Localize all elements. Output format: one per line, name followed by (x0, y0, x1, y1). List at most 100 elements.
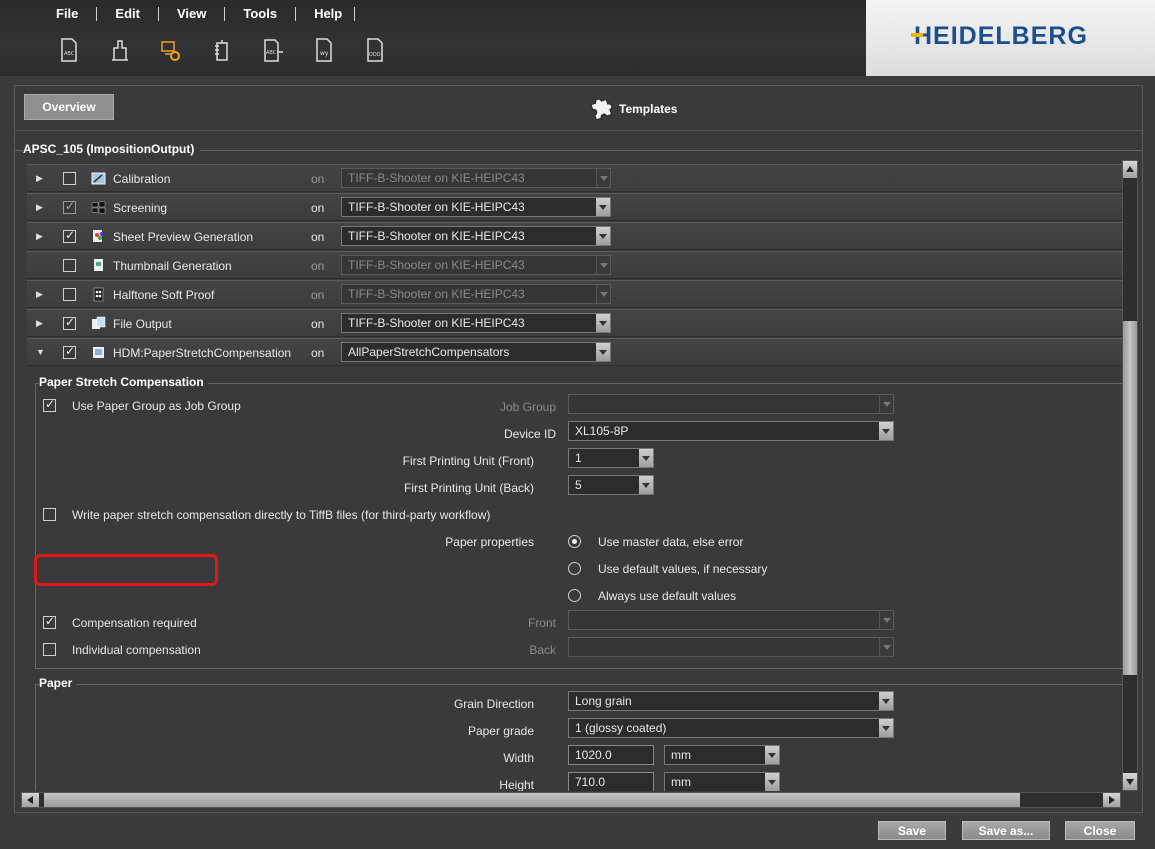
calibration-device-dropdown[interactable]: TIFF-B-Shooter on KIE-HEIPC43 (341, 168, 611, 188)
chevron-down-icon[interactable] (596, 285, 610, 303)
menu-view[interactable]: View (159, 7, 226, 21)
menu-file[interactable]: File (38, 7, 98, 21)
scroll-left-icon[interactable] (22, 793, 39, 807)
save-button[interactable]: Save (878, 821, 946, 840)
tree-doc-icon[interactable] (211, 37, 233, 63)
use-paper-group-checkbox[interactable] (43, 397, 56, 412)
radio-default-if-necessary[interactable] (568, 562, 581, 575)
list-row-file-output: ▶ File Output on TIFF-B-Shooter on KIE-H… (27, 309, 1122, 337)
menu-tools[interactable]: Tools (225, 7, 297, 21)
menu-edit[interactable]: Edit (97, 7, 159, 21)
scroll-up-icon[interactable] (1123, 161, 1137, 178)
chevron-down-icon[interactable] (879, 719, 893, 737)
collapse-arrow-icon[interactable]: ▼ (36, 347, 45, 357)
chevron-down-icon[interactable] (639, 449, 653, 467)
device-id-label: Device ID (503, 427, 556, 441)
paper-stretch-icon (93, 347, 104, 358)
expand-arrow-icon[interactable]: ▶ (36, 318, 43, 329)
row-label: Screening (113, 201, 168, 215)
compensation-required-label: Compensation required (72, 616, 197, 630)
chevron-down-icon[interactable] (596, 343, 610, 361)
paper-stretch-device-dropdown[interactable]: AllPaperStretchCompensators (341, 342, 611, 362)
save-as-button[interactable]: Save as... (962, 821, 1050, 840)
computer-gear-icon[interactable] (160, 37, 182, 63)
ddd-doc-icon[interactable]: DDD (364, 37, 386, 63)
chevron-down-icon[interactable] (596, 256, 610, 274)
row-on-label: on (311, 172, 325, 186)
puzzle-icon (590, 98, 613, 121)
chevron-down-icon[interactable] (879, 395, 893, 413)
height-input[interactable]: 710.0 (568, 772, 654, 791)
document-abc-icon[interactable]: ABC (58, 37, 80, 63)
calibration-icon (91, 172, 106, 185)
thumbnail-checkbox[interactable] (63, 259, 76, 272)
height-unit-dropdown[interactable]: mm (664, 772, 780, 791)
chevron-down-icon[interactable] (765, 773, 779, 791)
chevron-down-icon[interactable] (596, 198, 610, 216)
abc-arrow-icon[interactable]: ABC (262, 37, 284, 63)
chevron-down-icon[interactable] (596, 227, 610, 245)
scroll-right-icon[interactable] (1103, 793, 1120, 807)
vertical-scrollbar[interactable] (1122, 160, 1138, 791)
expand-arrow-icon[interactable]: ▶ (36, 202, 43, 213)
calibration-checkbox[interactable] (63, 172, 76, 185)
chevron-down-icon[interactable] (879, 692, 893, 710)
chevron-down-icon[interactable] (596, 169, 610, 187)
screening-checkbox[interactable] (63, 199, 76, 214)
individual-compensation-checkbox[interactable] (43, 643, 56, 656)
chevron-down-icon[interactable] (879, 638, 893, 656)
radio-always-default[interactable] (568, 589, 581, 602)
first-unit-back-dropdown[interactable]: 5 (568, 475, 654, 495)
expand-arrow-icon[interactable]: ▶ (36, 289, 43, 300)
horizontal-scroll-thumb[interactable] (44, 793, 1020, 807)
sheet-preview-icon (93, 230, 104, 242)
menu-help[interactable]: Help (296, 7, 356, 21)
width-unit-dropdown[interactable]: mm (664, 745, 780, 765)
overview-button[interactable]: Overview (24, 94, 114, 120)
halftone-device-dropdown[interactable]: TIFF-B-Shooter on KIE-HEIPC43 (341, 284, 611, 304)
chevron-down-icon[interactable] (765, 746, 779, 764)
row-on-label: on (311, 201, 325, 215)
chevron-down-icon[interactable] (879, 422, 893, 440)
chevron-down-icon[interactable] (879, 611, 893, 629)
paper-grade-dropdown[interactable]: 1 (glossy coated) (568, 718, 894, 738)
compensation-required-checkbox[interactable] (43, 614, 56, 629)
individual-compensation-label: Individual compensation (72, 643, 201, 657)
job-group-dropdown[interactable] (568, 394, 894, 414)
horizontal-scrollbar[interactable] (21, 792, 1121, 808)
vertical-scroll-thumb[interactable] (1123, 321, 1137, 675)
file-output-device-dropdown[interactable]: TIFF-B-Shooter on KIE-HEIPC43 (341, 313, 611, 333)
wy-doc-icon[interactable]: wy (313, 37, 335, 63)
thumbnail-device-dropdown[interactable]: TIFF-B-Shooter on KIE-HEIPC43 (341, 255, 611, 275)
row-on-label: on (311, 346, 325, 360)
red-highlight-annotation (34, 554, 218, 586)
chevron-down-icon[interactable] (639, 476, 653, 494)
list-row-screening: ▶ Screening on TIFF-B-Shooter on KIE-HEI… (27, 193, 1122, 221)
paper-stretch-checkbox[interactable] (63, 344, 76, 359)
back-dropdown[interactable] (568, 637, 894, 657)
expand-arrow-icon[interactable]: ▶ (36, 231, 43, 242)
halftone-checkbox[interactable] (63, 288, 76, 301)
sheet-preview-checkbox[interactable] (63, 228, 76, 243)
expand-arrow-icon[interactable]: ▶ (36, 173, 43, 184)
list-row-paper-stretch: ▼ HDM:PaperStretchCompensation on AllPap… (27, 338, 1122, 366)
main-panel: Overview Templates APSC_105 (ImpositionO… (14, 85, 1143, 813)
file-output-icon (92, 316, 106, 329)
first-unit-front-dropdown[interactable]: 1 (568, 448, 654, 468)
paper-properties-label: Paper properties (445, 535, 534, 549)
sheet-preview-device-dropdown[interactable]: TIFF-B-Shooter on KIE-HEIPC43 (341, 226, 611, 246)
width-input[interactable]: 1020.0 (568, 745, 654, 765)
grain-direction-dropdown[interactable]: Long grain (568, 691, 894, 711)
screening-device-dropdown[interactable]: TIFF-B-Shooter on KIE-HEIPC43 (341, 197, 611, 217)
file-output-checkbox[interactable] (63, 315, 76, 330)
radio-master-data[interactable] (568, 535, 581, 548)
building-icon[interactable] (109, 37, 131, 63)
device-id-dropdown[interactable]: XL105-8P (568, 421, 894, 441)
heidelberg-logo: HEIDELBERG (914, 22, 1088, 50)
chevron-down-icon[interactable] (596, 314, 610, 332)
close-button[interactable]: Close (1065, 821, 1135, 840)
radio-default-if-necessary-label: Use default values, if necessary (598, 562, 768, 576)
write-tiffb-checkbox[interactable] (43, 508, 56, 521)
scroll-down-icon[interactable] (1123, 773, 1137, 790)
front-dropdown[interactable] (568, 610, 894, 630)
